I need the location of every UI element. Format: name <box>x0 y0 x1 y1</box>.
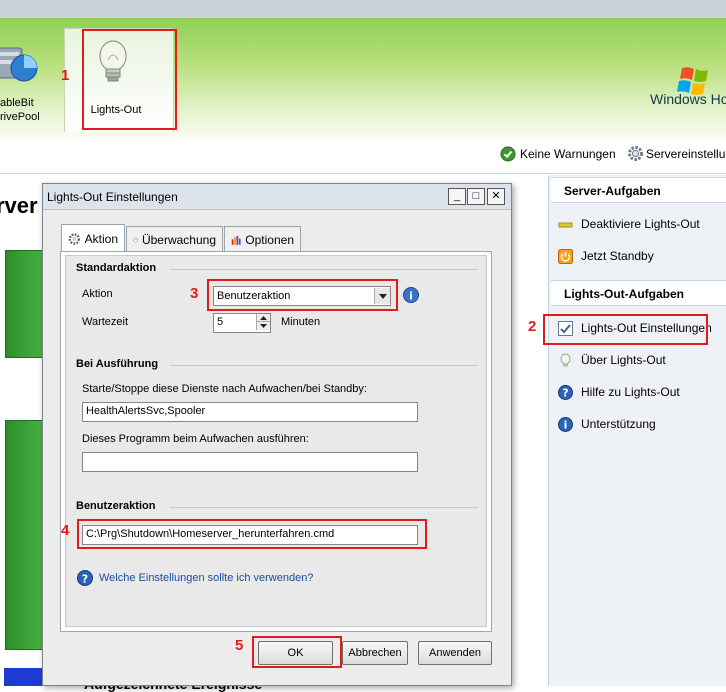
annotation-box-5 <box>252 636 342 668</box>
wait-stepper[interactable]: 5 <box>213 313 271 333</box>
chevron-down-icon[interactable] <box>257 322 270 330</box>
services-label: Starte/Stoppe diese Dienste nach Aufwach… <box>82 383 367 395</box>
page-title: rver <box>0 193 38 218</box>
annotation-number-5: 5 <box>235 637 244 654</box>
task-about-lights-out[interactable]: Über Lights-Out <box>558 350 666 370</box>
power-icon <box>558 248 573 264</box>
bar-chart-icon <box>231 235 241 245</box>
section-title-execution: Bei Ausführung <box>76 358 159 370</box>
annotation-box-4 <box>77 519 427 549</box>
cancel-button[interactable]: Abbrechen <box>342 641 408 665</box>
status-tile <box>5 250 45 358</box>
chevron-up-icon[interactable] <box>257 314 270 323</box>
close-button[interactable]: ✕ <box>487 188 505 205</box>
annotation-box-2 <box>543 314 708 345</box>
warnings-status[interactable]: Keine Warnungen <box>520 147 616 161</box>
windows-brand-text: Windows Ho <box>650 91 726 107</box>
action-label: Aktion <box>82 288 113 300</box>
info-icon: i <box>558 416 573 432</box>
section-divider <box>170 365 478 366</box>
tab-label: Überwachung <box>141 232 216 247</box>
stepper-arrows[interactable] <box>256 314 270 330</box>
svg-text:i: i <box>409 289 413 302</box>
title-strip <box>0 0 726 18</box>
annotation-number-4: 4 <box>61 522 70 539</box>
annotation-number-3: 3 <box>190 285 199 302</box>
gear-icon <box>628 146 643 161</box>
maximize-button[interactable]: □ <box>467 188 485 205</box>
gauge-icon <box>133 237 138 242</box>
task-support[interactable]: i Unterstützung <box>558 414 656 434</box>
tab-ueberwachung[interactable]: Überwachung <box>126 226 223 252</box>
drivepool-tab-label[interactable]: ableBit rivePool <box>0 96 40 124</box>
task-label: Jetzt Standby <box>581 249 654 263</box>
task-label: Deaktiviere Lights-Out <box>581 217 700 231</box>
tab-aktion[interactable]: Aktion <box>61 224 125 252</box>
tab-label: Aktion <box>84 231 118 246</box>
program-label: Dieses Programm beim Aufwachen ausführen… <box>82 433 309 445</box>
task-help-lights-out[interactable]: ? Hilfe zu Lights-Out <box>558 382 680 402</box>
services-input[interactable]: HealthAlertsSvc,Spooler <box>82 402 418 422</box>
task-label: Unterstützung <box>581 417 656 431</box>
status-tile <box>4 668 42 686</box>
annotation-number-1: 1 <box>61 67 70 84</box>
task-label: Hilfe zu Lights-Out <box>581 385 680 399</box>
help-icon: ? <box>558 384 573 400</box>
wait-value: 5 <box>217 316 224 328</box>
svg-text:?: ? <box>82 572 88 585</box>
status-tile <box>5 420 45 650</box>
info-icon[interactable]: i <box>403 287 419 303</box>
server-settings-link[interactable]: Servereinstellu <box>646 147 725 161</box>
wait-unit: Minuten <box>281 316 321 328</box>
section-divider <box>170 507 478 508</box>
apply-button[interactable]: Anwenden <box>418 641 492 665</box>
section-divider <box>170 269 478 270</box>
section-title-standard: Standardaktion <box>76 262 157 274</box>
status-bar <box>0 138 726 174</box>
help-link[interactable]: Welche Einstellungen sollte ich verwende… <box>99 572 313 584</box>
server-tasks-header: Server-Aufgaben <box>551 177 726 203</box>
minimize-button[interactable]: _ <box>448 188 466 205</box>
program-input[interactable] <box>82 452 418 472</box>
task-disable-lights-out[interactable]: Deaktiviere Lights-Out <box>558 214 700 234</box>
gear-icon <box>68 232 81 245</box>
section-title-user-action: Benutzeraktion <box>76 500 156 512</box>
dialog-title: Lights-Out Einstellungen <box>47 190 178 204</box>
help-icon: ? <box>77 570 93 586</box>
annotation-box-1 <box>82 29 177 130</box>
annotation-box-3 <box>207 279 398 311</box>
wait-label: Wartezeit <box>82 316 129 328</box>
task-label: Über Lights-Out <box>581 353 666 367</box>
tab-label: Optionen <box>245 232 294 247</box>
lightbulb-icon <box>558 353 573 368</box>
dash-icon <box>558 217 573 232</box>
svg-text:?: ? <box>562 386 568 399</box>
tab-optionen[interactable]: Optionen <box>224 226 301 252</box>
check-circle-icon <box>500 146 516 162</box>
lights-out-tasks-header: Lights-Out-Aufgaben <box>551 280 726 306</box>
annotation-number-2: 2 <box>528 318 537 335</box>
svg-text:i: i <box>564 418 568 431</box>
drivepool-icon[interactable] <box>0 38 40 86</box>
task-standby-now[interactable]: Jetzt Standby <box>558 246 654 266</box>
